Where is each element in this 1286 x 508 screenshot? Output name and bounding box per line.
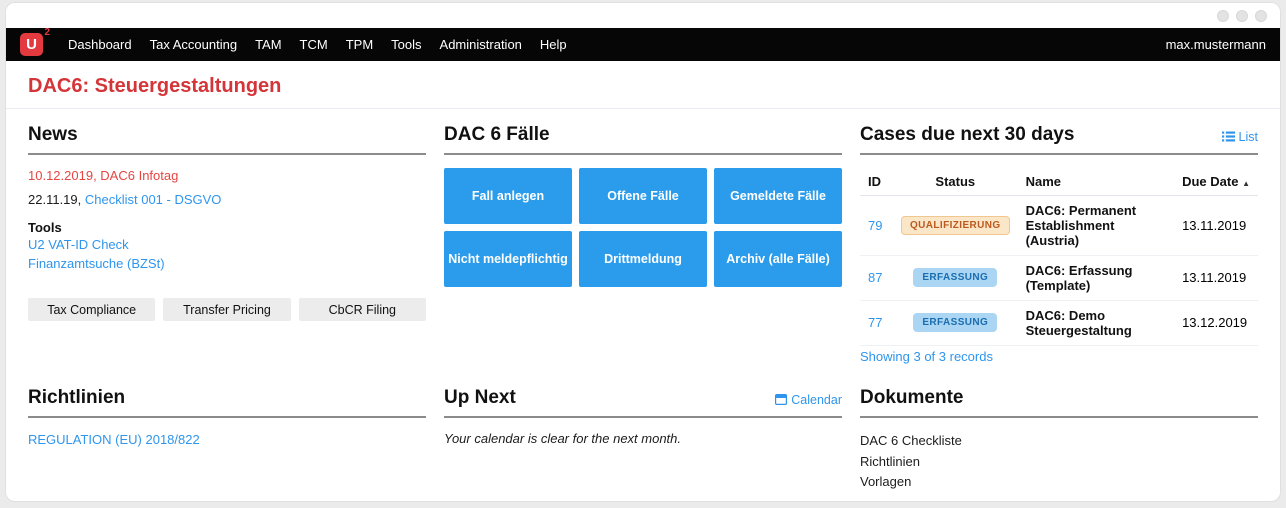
news-item-date: 22.11.19,: [28, 192, 85, 207]
nav-item-help[interactable]: Help: [531, 37, 576, 52]
offene-faelle-button[interactable]: Offene Fälle: [579, 168, 707, 224]
calendar-icon: [775, 394, 787, 405]
nav-item-tax-accounting[interactable]: Tax Accounting: [141, 37, 246, 52]
list-link[interactable]: List: [1222, 130, 1258, 146]
app-window: U 2 Dashboard Tax Accounting TAM TCM TPM…: [5, 2, 1281, 502]
cases-section: Cases due next 30 days List: [860, 125, 1258, 364]
fall-anlegen-button[interactable]: Fall anlegen: [444, 168, 572, 224]
document-item-checkliste[interactable]: DAC 6 Checkliste: [860, 431, 1258, 452]
news-link-checklist[interactable]: Checklist 001 - DSGVO: [85, 192, 222, 207]
window-control-icon[interactable]: [1217, 10, 1229, 22]
cases-table-header-row: ID Status Name Due Date ▲: [860, 168, 1258, 196]
nav-item-tpm[interactable]: TPM: [337, 37, 382, 52]
news-section: News 10.12.2019, DAC6 Infotag 22.11.19, …: [28, 125, 426, 364]
records-count: Showing 3 of 3 records: [860, 349, 1258, 364]
status-badge: ERFASSUNG: [913, 268, 997, 287]
news-section-title: News: [28, 125, 78, 146]
transfer-pricing-button[interactable]: Transfer Pricing: [163, 298, 290, 321]
richtlinien-section: Richtlinien REGULATION (EU) 2018/822: [28, 388, 426, 502]
table-row: 87 ERFASSUNG DAC6: Erfassung (Template) …: [860, 255, 1258, 300]
column-header-status[interactable]: Status: [893, 168, 1018, 196]
app-logo[interactable]: U 2: [20, 33, 43, 56]
up-next-section-title: Up Next: [444, 388, 516, 409]
richtlinien-section-title: Richtlinien: [28, 388, 125, 409]
title-divider: [6, 108, 1280, 109]
gemeldete-faelle-button[interactable]: Gemeldete Fälle: [714, 168, 842, 224]
calendar-link-label: Calendar: [791, 393, 842, 407]
logo-letter: U: [20, 33, 43, 56]
case-name: DAC6: Permanent Establishment (Austria): [1018, 195, 1174, 255]
tax-compliance-button[interactable]: Tax Compliance: [28, 298, 155, 321]
page-title: DAC6: Steuergestaltungen: [28, 75, 1258, 98]
sort-ascending-icon: ▲: [1242, 179, 1250, 188]
table-row: 79 QUALIFIZIERUNG DAC6: Permanent Establ…: [860, 195, 1258, 255]
case-due-date: 13.11.2019: [1174, 195, 1258, 255]
dac6-button-grid: Fall anlegen Offene Fälle Gemeldete Fäll…: [444, 168, 842, 287]
dac6-faelle-section: DAC 6 Fälle Fall anlegen Offene Fälle Ge…: [444, 125, 842, 364]
case-id-link[interactable]: 77: [868, 315, 882, 330]
list-icon: [1222, 131, 1235, 142]
nav-item-tam[interactable]: TAM: [246, 37, 290, 52]
window-control-icon[interactable]: [1255, 10, 1267, 22]
module-buttons: Tax Compliance Transfer Pricing CbCR Fil…: [28, 298, 426, 321]
nav-item-tools[interactable]: Tools: [382, 37, 430, 52]
status-badge: QUALIFIZIERUNG: [901, 216, 1010, 235]
table-row: 77 ERFASSUNG DAC6: Demo Steuergestaltung…: [860, 300, 1258, 345]
logo-superscript: 2: [44, 27, 50, 38]
username[interactable]: max.mustermann: [1166, 37, 1266, 52]
main-menu: Dashboard Tax Accounting TAM TCM TPM Too…: [59, 37, 576, 52]
dac6-section-title: DAC 6 Fälle: [444, 125, 550, 146]
case-due-date: 13.12.2019: [1174, 300, 1258, 345]
status-badge: ERFASSUNG: [913, 313, 997, 332]
case-name: DAC6: Erfassung (Template): [1018, 255, 1174, 300]
case-id-link[interactable]: 87: [868, 270, 882, 285]
page-content: DAC6: Steuergestaltungen News 10.12.2019…: [6, 75, 1280, 502]
window-titlebar: [6, 3, 1280, 28]
nav-item-administration[interactable]: Administration: [431, 37, 531, 52]
tool-link-vat-id-check[interactable]: U2 VAT-ID Check: [28, 235, 426, 254]
case-id-link[interactable]: 79: [868, 218, 882, 233]
document-item-vorlagen[interactable]: Vorlagen: [860, 472, 1258, 493]
column-header-due-date[interactable]: Due Date ▲: [1174, 168, 1258, 196]
drittmeldung-button[interactable]: Drittmeldung: [579, 231, 707, 287]
archiv-button[interactable]: Archiv (alle Fälle): [714, 231, 842, 287]
news-link-dac6-infotag[interactable]: 10.12.2019, DAC6 Infotag: [28, 168, 178, 183]
case-name: DAC6: Demo Steuergestaltung: [1018, 300, 1174, 345]
regulation-link[interactable]: REGULATION (EU) 2018/822: [28, 432, 200, 447]
cbcr-filing-button[interactable]: CbCR Filing: [299, 298, 426, 321]
column-header-id[interactable]: ID: [860, 168, 893, 196]
tools-label: Tools: [28, 220, 426, 235]
window-control-icon[interactable]: [1236, 10, 1248, 22]
dokumente-section-title: Dokumente: [860, 388, 963, 409]
top-navbar: U 2 Dashboard Tax Accounting TAM TCM TPM…: [6, 28, 1280, 61]
nicht-meldepflichtig-button[interactable]: Nicht meldepflichtig: [444, 231, 572, 287]
case-due-date: 13.11.2019: [1174, 255, 1258, 300]
calendar-empty-message: Your calendar is clear for the next mont…: [444, 431, 842, 446]
cases-section-title: Cases due next 30 days: [860, 125, 1074, 146]
calendar-link[interactable]: Calendar: [775, 393, 842, 409]
nav-item-tcm[interactable]: TCM: [291, 37, 337, 52]
document-item-richtlinien[interactable]: Richtlinien: [860, 452, 1258, 473]
tool-link-finanzamtsuche[interactable]: Finanzamtsuche (BZSt): [28, 254, 426, 273]
nav-item-dashboard[interactable]: Dashboard: [59, 37, 141, 52]
dashboard-grid: News 10.12.2019, DAC6 Infotag 22.11.19, …: [28, 125, 1258, 502]
desktop-background: U 2 Dashboard Tax Accounting TAM TCM TPM…: [0, 0, 1286, 508]
due-date-label: Due Date: [1182, 174, 1238, 189]
cases-table: ID Status Name Due Date ▲: [860, 168, 1258, 346]
dokumente-section: Dokumente DAC 6 Checkliste Richtlinien V…: [860, 388, 1258, 502]
list-link-label: List: [1239, 130, 1258, 144]
column-header-name[interactable]: Name: [1018, 168, 1174, 196]
up-next-section: Up Next Calendar Your calendar is clear …: [444, 388, 842, 502]
